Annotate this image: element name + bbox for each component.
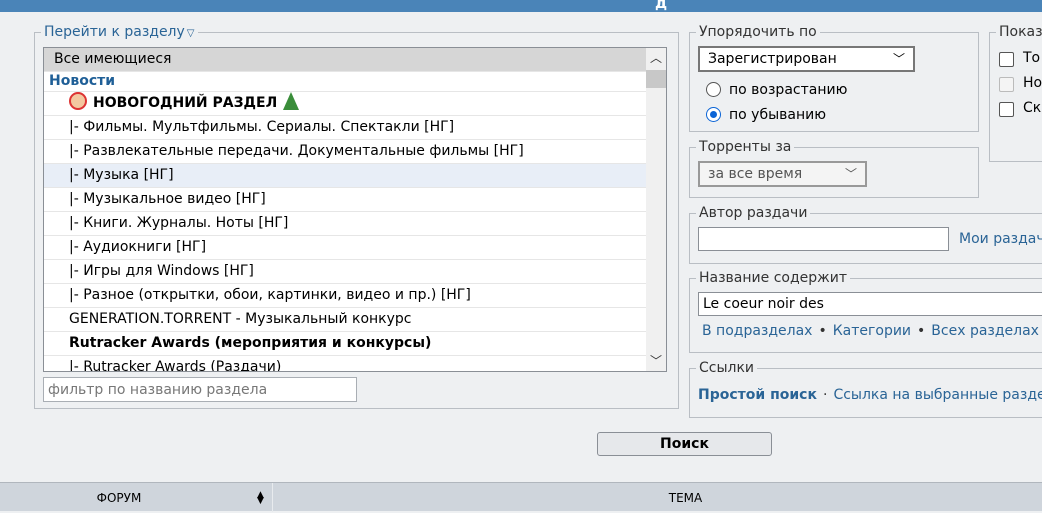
title-contains-legend: Название содержит (696, 269, 851, 287)
santa-icon (69, 92, 87, 110)
forum-option[interactable]: GENERATION.TORRENT - Музыкальный конкурс (44, 308, 646, 332)
forum-option[interactable]: |- Музыкальное видео [НГ] (44, 188, 646, 212)
selected-sections-link[interactable]: Ссылка на выбранные разде (833, 387, 1042, 403)
forum-select-list[interactable]: Все имеющиеся Новости НОВОГОДНИЙ РАЗДЕЛ |- … (43, 47, 667, 372)
sort-asc-label: по возрастанию (729, 82, 848, 98)
forum-option[interactable]: Новости (44, 72, 646, 92)
forum-option-label: Rutracker Awards (мероприятия и конкурсы… (69, 335, 432, 351)
forum-option[interactable]: |- Книги. Журналы. Ноты [НГ] (44, 212, 646, 236)
forum-option[interactable]: |- Игры для Windows [НГ] (44, 260, 646, 284)
forum-option-label: Новости (49, 73, 116, 89)
sort-field-select[interactable]: Зарегистрирован ﹀ (698, 46, 915, 72)
author-input[interactable] (698, 227, 949, 251)
forum-option-label: |- Аудиокниги [НГ] (69, 239, 207, 255)
col-forum-header[interactable]: ФОРУМ (0, 483, 238, 512)
forum-option-label: |- Разное (открытки, обои, картинки, вид… (69, 287, 471, 303)
links-legend: Ссылки (696, 359, 758, 377)
radio-asc[interactable] (706, 82, 721, 97)
radio-desc[interactable] (706, 107, 721, 122)
sort-updown-icon[interactable]: ▲ ▼ (257, 491, 264, 506)
forum-list-scrollbar[interactable]: ︿ ﹀ (646, 48, 666, 371)
title-scope-links: В подразделах•Категории•Всех разделах• (702, 323, 1042, 339)
show-option-1-label: То (1023, 50, 1041, 66)
show-option-1-checkbox[interactable] (999, 52, 1014, 67)
sort-desc-option[interactable]: по убыванию (706, 105, 826, 125)
forum-option[interactable]: НОВОГОДНИЙ РАЗДЕЛ (44, 92, 646, 116)
forum-option[interactable]: |- Фильмы. Мультфильмы. Сериалы. Спектак… (44, 116, 646, 140)
search-button[interactable]: Поиск (597, 432, 772, 456)
scope-link-categories[interactable]: Категории (833, 323, 911, 339)
author-legend: Автор раздачи (696, 204, 811, 222)
my-releases-link[interactable]: Мои раздач (959, 231, 1042, 247)
period-select[interactable]: за все время ﹀ (698, 161, 867, 187)
forum-option[interactable]: |- Разное (открытки, обои, картинки, вид… (44, 284, 646, 308)
sort-desc-label: по убыванию (729, 107, 827, 123)
chevron-down-icon: ﹀ (844, 167, 857, 181)
links-row: Простой поиск · Ссылка на выбранные разде (698, 387, 1042, 403)
forum-option-label: |- Развлекательные передачи. Документаль… (69, 143, 524, 159)
scope-link-subforums[interactable]: В подразделах (702, 323, 812, 339)
forum-option-label: GENERATION.TORRENT - Музыкальный конкурс (69, 311, 412, 327)
simple-search-link[interactable]: Простой поиск (698, 387, 817, 403)
separator-dot-icon: • (917, 323, 926, 339)
forum-option[interactable]: |- Аудиокниги [НГ] (44, 236, 646, 260)
forum-option[interactable]: Все имеющиеся (44, 48, 646, 72)
period-legend: Торренты за (696, 138, 795, 156)
sort-field-value: Зарегистрирован (708, 51, 837, 67)
separator-dot-icon: • (818, 323, 827, 339)
period-value: за все время (708, 166, 803, 182)
forum-option[interactable]: |- Развлекательные передачи. Документаль… (44, 140, 646, 164)
forum-option-label: НОВОГОДНИЙ РАЗДЕЛ (93, 95, 278, 111)
forum-option-label: |- Музыкальное видео [НГ] (69, 191, 266, 207)
show-option-3-checkbox[interactable] (999, 102, 1014, 117)
separator-dot-icon: · (822, 387, 828, 403)
scroll-down-icon[interactable]: ﹀ (646, 351, 666, 371)
results-table-header: ФОРУМ ▲ ▼ ТЕМА (0, 482, 1042, 512)
forum-option-label: |- Музыка [НГ] (69, 167, 174, 183)
scroll-thumb[interactable] (646, 70, 666, 88)
sort-legend: Упорядочить по (696, 23, 820, 41)
forum-option-label: |- Книги. Журналы. Ноты [НГ] (69, 215, 289, 231)
show-option-3-label: Ск (1023, 100, 1042, 116)
col-topic-header[interactable]: ТЕМА (273, 483, 1042, 512)
forum-option-label: |- Rutracker Awards (Раздачи) (69, 359, 282, 372)
forum-option-label: |- Фильмы. Мультфильмы. Сериалы. Спектак… (69, 119, 455, 135)
top-header-bar: д (0, 0, 1042, 12)
title-input[interactable]: Le coeur noir des (698, 292, 1042, 316)
forum-section-legend[interactable]: Перейти к разделу ▽ (41, 23, 198, 43)
tree-icon (283, 92, 300, 110)
triangle-down-icon[interactable]: ▽ (187, 28, 195, 39)
show-legend: Показ (996, 23, 1042, 41)
forum-option[interactable]: Rutracker Awards (мероприятия и конкурсы… (44, 332, 646, 356)
sort-asc-option[interactable]: по возрастанию (706, 80, 847, 100)
show-option-2-label: Но (1023, 75, 1042, 91)
forum-option-label: |- Игры для Windows [НГ] (69, 263, 254, 279)
forum-option-label: Все имеющиеся (54, 51, 172, 67)
scope-link-all[interactable]: Всех разделах (931, 323, 1039, 339)
scroll-up-icon[interactable]: ︿ (646, 48, 666, 68)
forum-option[interactable]: |- Музыка [НГ] (44, 164, 646, 188)
chevron-down-icon: ﹀ (892, 52, 905, 66)
forum-filter-input[interactable] (43, 377, 357, 402)
show-option-2-checkbox[interactable] (999, 77, 1014, 92)
header-title-fragment: д (655, 0, 668, 12)
forum-option[interactable]: |- Rutracker Awards (Раздачи) (44, 356, 646, 372)
forum-section-legend-label[interactable]: Перейти к разделу (44, 24, 185, 40)
